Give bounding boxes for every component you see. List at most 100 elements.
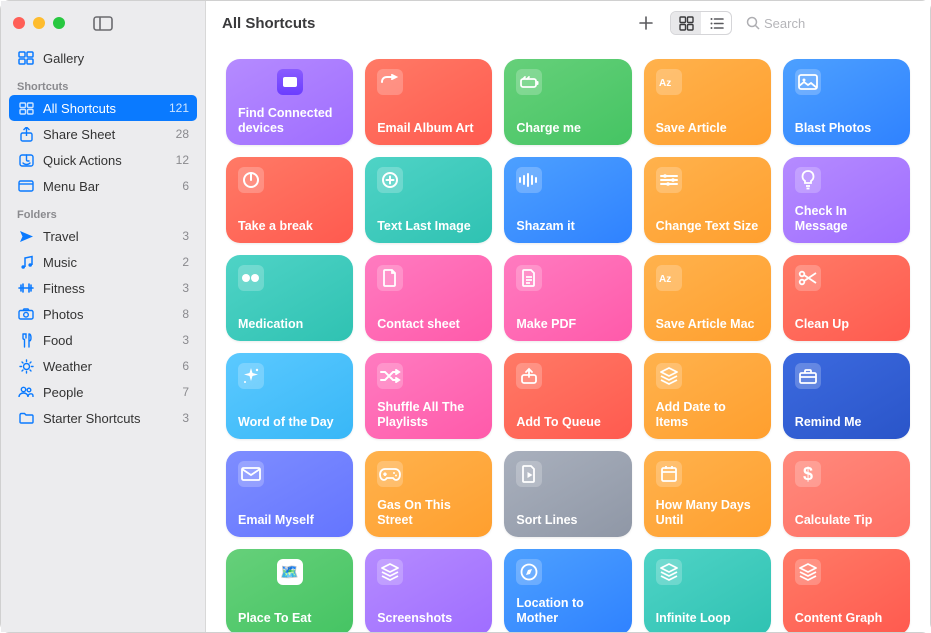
shortcut-card-blast-photos[interactable]: Blast Photos bbox=[783, 59, 910, 145]
sidebar-item-food[interactable]: Food3 bbox=[9, 327, 197, 353]
doc-play-icon bbox=[516, 461, 542, 487]
svg-text:$: $ bbox=[803, 464, 813, 484]
shortcut-card-add-to-queue[interactable]: Add To Queue bbox=[504, 353, 631, 439]
image-icon bbox=[795, 69, 821, 95]
sidebar-item-all-shortcuts[interactable]: All Shortcuts 121 bbox=[9, 95, 197, 121]
shortcut-card-contact-sheet[interactable]: Contact sheet bbox=[365, 255, 492, 341]
sidebar-item-people[interactable]: People7 bbox=[9, 379, 197, 405]
shortcut-card-label: Medication bbox=[238, 317, 341, 331]
toggle-sidebar-button[interactable] bbox=[89, 12, 117, 34]
shortcut-card-label: How Many Days Until bbox=[656, 498, 759, 527]
sidebar-item-gallery[interactable]: Gallery bbox=[9, 45, 197, 71]
shortcut-card-clean-up[interactable]: Clean Up bbox=[783, 255, 910, 341]
shortcut-card-label: Screenshots bbox=[377, 611, 480, 625]
music-icon bbox=[17, 255, 35, 270]
list-view-button[interactable] bbox=[701, 12, 731, 34]
minimize-window-button[interactable] bbox=[33, 17, 45, 29]
shortcut-card-gas-on-this-street[interactable]: Gas On This Street bbox=[365, 451, 492, 537]
sidebar-item-label: Weather bbox=[43, 359, 174, 374]
sidebar-item-starter-shortcuts[interactable]: Starter Shortcuts3 bbox=[9, 405, 197, 431]
shortcut-card-email-myself[interactable]: Email Myself bbox=[226, 451, 353, 537]
app-purple-icon bbox=[238, 69, 341, 95]
shortcut-card-label: Change Text Size bbox=[656, 219, 759, 233]
sidebar-item-label: Quick Actions bbox=[43, 153, 168, 168]
sidebar-item-menu-bar[interactable]: Menu Bar6 bbox=[9, 173, 197, 199]
shortcut-card-place-to-eat[interactable]: 🗺️ Place To Eat bbox=[226, 549, 353, 632]
bulb-icon bbox=[795, 167, 821, 193]
shortcut-card-how-many-days-until[interactable]: How Many Days Until bbox=[644, 451, 771, 537]
stack-icon bbox=[795, 559, 821, 585]
zoom-window-button[interactable] bbox=[53, 17, 65, 29]
scissors-icon bbox=[795, 265, 821, 291]
maps-icon: 🗺️ bbox=[238, 559, 341, 585]
shortcut-card-shazam-it[interactable]: Shazam it bbox=[504, 157, 631, 243]
sidebar-item-label: All Shortcuts bbox=[43, 101, 161, 116]
shortcut-card-word-of-the-day[interactable]: Word of the Day bbox=[226, 353, 353, 439]
sidebar-item-count: 3 bbox=[182, 333, 189, 347]
compass-icon bbox=[516, 559, 542, 585]
shortcut-card-location-to-mother[interactable]: Location to Mother bbox=[504, 549, 631, 632]
shortcut-card-content-graph[interactable]: Content Graph bbox=[783, 549, 910, 632]
shortcut-card-screenshots[interactable]: Screenshots bbox=[365, 549, 492, 632]
shortcut-card-save-article[interactable]: AzSave Article bbox=[644, 59, 771, 145]
shortcut-card-take-a-break[interactable]: Take a break bbox=[226, 157, 353, 243]
shortcut-card-charge-me[interactable]: Charge me bbox=[504, 59, 631, 145]
svg-text:Az: Az bbox=[659, 274, 671, 285]
shortcut-card-label: Email Myself bbox=[238, 513, 341, 527]
sidebar-item-label: Starter Shortcuts bbox=[43, 411, 174, 426]
sidebar-item-count: 121 bbox=[169, 101, 189, 115]
sidebar-item-count: 3 bbox=[182, 281, 189, 295]
sidebar-item-fitness[interactable]: Fitness 3 bbox=[9, 275, 197, 301]
menubar-icon bbox=[17, 180, 35, 192]
sidebar-item-share-sheet[interactable]: Share Sheet28 bbox=[9, 121, 197, 147]
shortcut-card-label: Shuffle All The Playlists bbox=[377, 400, 480, 429]
sun-icon bbox=[17, 359, 35, 374]
search-field[interactable] bbox=[740, 11, 920, 35]
window-controls bbox=[13, 17, 65, 29]
shortcut-card-text-last-image[interactable]: Text Last Image bbox=[365, 157, 492, 243]
shortcut-card-make-pdf[interactable]: Make PDF bbox=[504, 255, 631, 341]
sidebar-item-count: 6 bbox=[182, 359, 189, 373]
battery-icon bbox=[516, 69, 542, 95]
sidebar-item-quick-actions[interactable]: Quick Actions12 bbox=[9, 147, 197, 173]
folder-icon bbox=[17, 412, 35, 424]
plane-icon bbox=[17, 229, 35, 244]
shortcut-card-email-album-art[interactable]: Email Album Art bbox=[365, 59, 492, 145]
search-input[interactable] bbox=[764, 16, 931, 31]
shortcut-card-add-date-to-items[interactable]: Add Date to Items bbox=[644, 353, 771, 439]
shortcut-card-change-text-size[interactable]: Change Text Size bbox=[644, 157, 771, 243]
sidebar-item-count: 28 bbox=[176, 127, 189, 141]
shortcut-card-check-in-message[interactable]: Check In Message bbox=[783, 157, 910, 243]
shortcut-card-sort-lines[interactable]: Sort Lines bbox=[504, 451, 631, 537]
shuffle-icon bbox=[377, 363, 403, 389]
sidebar-item-label: Gallery bbox=[43, 51, 189, 66]
sidebar-item-weather[interactable]: Weather 6 bbox=[9, 353, 197, 379]
shortcut-card-label: Email Album Art bbox=[377, 121, 480, 135]
shortcut-card-calculate-tip[interactable]: $Calculate Tip bbox=[783, 451, 910, 537]
sidebar-item-label: Fitness bbox=[43, 281, 174, 296]
search-icon bbox=[746, 16, 760, 30]
sidebar-item-count: 2 bbox=[182, 255, 189, 269]
new-shortcut-button[interactable] bbox=[630, 10, 662, 36]
shortcut-card-medication[interactable]: Medication bbox=[226, 255, 353, 341]
sidebar-item-label: Photos bbox=[43, 307, 174, 322]
shortcut-card-shuffle-all-the-playlists[interactable]: Shuffle All The Playlists bbox=[365, 353, 492, 439]
briefcase-icon bbox=[795, 363, 821, 389]
grid-view-button[interactable] bbox=[671, 12, 701, 34]
camera-icon bbox=[17, 308, 35, 320]
sidebar-item-photos[interactable]: Photos8 bbox=[9, 301, 197, 327]
sliders-icon bbox=[656, 167, 682, 193]
sidebar-item-music[interactable]: Music2 bbox=[9, 249, 197, 275]
shortcut-card-infinite-loop[interactable]: Infinite Loop bbox=[644, 549, 771, 632]
shortcut-card-save-article-mac[interactable]: AzSave Article Mac bbox=[644, 255, 771, 341]
close-window-button[interactable] bbox=[13, 17, 25, 29]
shortcut-card-label: Blast Photos bbox=[795, 121, 898, 135]
shortcut-card-find-connected-devices[interactable]: Find Connected devices bbox=[226, 59, 353, 145]
shortcut-card-label: Shazam it bbox=[516, 219, 619, 233]
page-title: All Shortcuts bbox=[222, 15, 315, 32]
sidebar-item-travel[interactable]: Travel3 bbox=[9, 223, 197, 249]
shortcut-card-label: Gas On This Street bbox=[377, 498, 480, 527]
shortcut-card-label: Place To Eat bbox=[238, 611, 341, 625]
shortcut-card-remind-me[interactable]: Remind Me bbox=[783, 353, 910, 439]
share-icon bbox=[17, 127, 35, 142]
